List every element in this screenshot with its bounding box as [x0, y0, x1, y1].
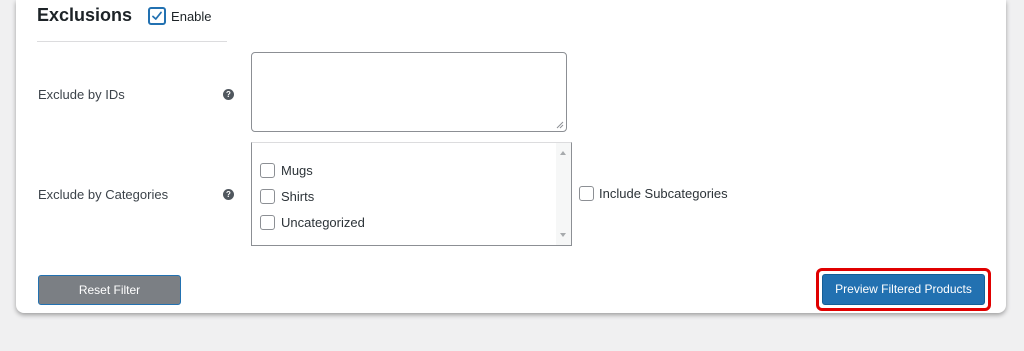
- exclude-ids-textarea[interactable]: [251, 52, 567, 132]
- scroll-down-icon[interactable]: [560, 233, 566, 237]
- list-item[interactable]: Mugs: [260, 163, 313, 178]
- reset-filter-button[interactable]: Reset Filter: [38, 275, 181, 305]
- include-subcategories-checkbox[interactable]: [579, 186, 594, 201]
- exclude-ids-label: Exclude by IDs: [38, 87, 125, 102]
- category-checkbox-mugs[interactable]: [260, 163, 275, 178]
- category-label: Mugs: [281, 163, 313, 178]
- scroll-up-icon[interactable]: [560, 151, 566, 155]
- category-label: Uncategorized: [281, 215, 365, 230]
- category-checkbox-shirts[interactable]: [260, 189, 275, 204]
- section-title: Exclusions: [37, 5, 133, 25]
- enable-label: Enable: [171, 8, 212, 24]
- category-label: Shirts: [281, 189, 315, 204]
- preview-filtered-products-button[interactable]: Preview Filtered Products: [822, 274, 985, 305]
- enable-checkbox[interactable]: [148, 7, 167, 25]
- include-subcategories-label: Include Subcategories: [599, 186, 728, 201]
- listbox-scrollbar[interactable]: [556, 143, 571, 245]
- header-divider: [37, 41, 227, 42]
- enable-toggle[interactable]: Enable: [148, 7, 212, 25]
- resize-grip-icon[interactable]: [556, 121, 564, 129]
- list-item[interactable]: Shirts: [260, 189, 314, 204]
- exclude-categories-label: Exclude by Categories: [38, 187, 169, 202]
- list-item[interactable]: Uncategorized: [260, 215, 365, 230]
- question-circle-icon[interactable]: ?: [223, 189, 234, 200]
- category-checkbox-uncategorized[interactable]: [260, 215, 275, 230]
- categories-listbox[interactable]: Mugs Shirts Uncategorized: [251, 142, 572, 246]
- question-circle-icon[interactable]: ?: [223, 89, 234, 100]
- section-header: Exclusions Enable: [37, 5, 212, 26]
- checkmark-icon: [152, 11, 162, 20]
- exclusions-panel: Exclusions Enable Exclude by IDs ? Exclu…: [16, 0, 1006, 313]
- include-subcategories-toggle[interactable]: Include Subcategories: [579, 186, 728, 201]
